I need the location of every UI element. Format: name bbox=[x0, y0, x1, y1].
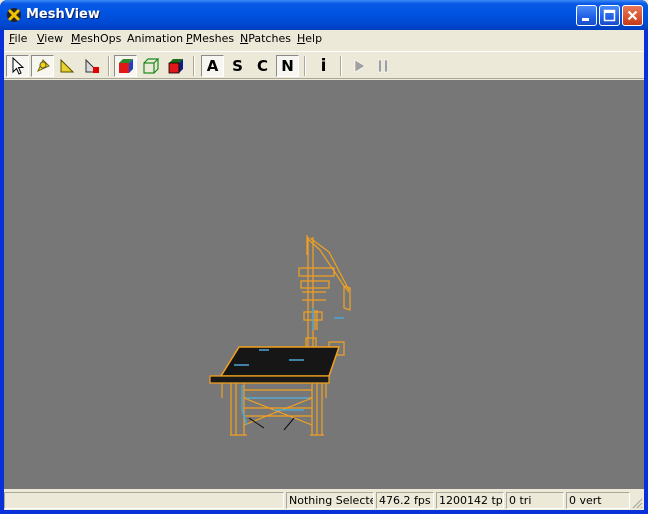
info-button[interactable]: i bbox=[312, 55, 335, 77]
minimize-button[interactable] bbox=[576, 5, 597, 26]
shaded-cube-icon bbox=[168, 59, 183, 74]
client-area: File View MeshOps Animation PMeshes NPat… bbox=[4, 30, 644, 510]
status-tps: 1200142 tps bbox=[436, 492, 504, 509]
wireframe-mode-button[interactable] bbox=[139, 55, 162, 77]
status-bar: Nothing Selected 476.2 fps 1200142 tps 0… bbox=[4, 490, 644, 510]
menu-file[interactable]: File bbox=[9, 32, 27, 45]
status-fps: 476.2 fps bbox=[376, 492, 434, 509]
toggle-s-button[interactable]: S bbox=[226, 55, 249, 77]
toggle-c-label: C bbox=[256, 57, 268, 75]
menu-view[interactable]: View bbox=[37, 32, 63, 45]
menu-npatches[interactable]: NPatches bbox=[240, 32, 291, 45]
solid-cube-icon bbox=[118, 59, 133, 73]
vertex-select-icon bbox=[36, 59, 50, 73]
arrow-cursor-icon bbox=[12, 57, 24, 75]
menu-bar: File View MeshOps Animation PMeshes NPat… bbox=[4, 30, 644, 49]
close-button[interactable] bbox=[622, 5, 643, 26]
select-face-button[interactable] bbox=[80, 55, 103, 77]
select-edge-button[interactable] bbox=[55, 55, 78, 77]
3d-viewport[interactable] bbox=[4, 80, 644, 489]
status-tri: 0 tri bbox=[506, 492, 564, 509]
toolbar-separator bbox=[108, 56, 110, 76]
solid-mode-button[interactable] bbox=[114, 55, 137, 77]
play-icon bbox=[354, 59, 366, 73]
minimize-icon bbox=[582, 18, 589, 21]
title-bar[interactable]: MeshView bbox=[0, 0, 648, 30]
app-icon bbox=[7, 8, 21, 22]
play-button[interactable] bbox=[347, 55, 370, 77]
toggle-n-button[interactable]: N bbox=[276, 55, 299, 77]
status-message-pane bbox=[4, 492, 284, 509]
maximize-button[interactable] bbox=[599, 5, 620, 26]
pause-button[interactable] bbox=[371, 55, 394, 77]
select-tool-button[interactable] bbox=[6, 55, 29, 77]
status-vert: 0 vert bbox=[566, 492, 630, 509]
pause-icon bbox=[377, 59, 388, 73]
close-icon bbox=[627, 10, 638, 21]
window-title: MeshView bbox=[26, 7, 100, 22]
toolbar-separator bbox=[193, 56, 195, 76]
wireframe-cube-icon bbox=[142, 58, 159, 74]
maximize-icon bbox=[603, 9, 616, 22]
face-select-icon bbox=[85, 58, 99, 73]
shaded-mode-button[interactable] bbox=[164, 55, 187, 77]
toolbar-separator bbox=[340, 56, 342, 76]
app-window: MeshView File View MeshOps Animation PMe… bbox=[0, 0, 648, 514]
resize-grip-icon[interactable] bbox=[631, 497, 643, 509]
menu-help[interactable]: Help bbox=[297, 32, 322, 45]
status-selection: Nothing Selected bbox=[286, 492, 374, 509]
menu-pmeshes[interactable]: PMeshes bbox=[186, 32, 234, 45]
toggle-n-label: N bbox=[281, 57, 294, 75]
mesh-render bbox=[209, 235, 351, 436]
select-vertex-button[interactable] bbox=[31, 55, 54, 77]
info-icon: i bbox=[320, 56, 327, 76]
toggle-s-label: S bbox=[232, 57, 243, 75]
menu-animation[interactable]: Animation bbox=[127, 32, 183, 45]
toggle-a-button[interactable]: A bbox=[201, 55, 224, 77]
toggle-c-button[interactable]: C bbox=[251, 55, 274, 77]
menu-meshops[interactable]: MeshOps bbox=[71, 32, 121, 45]
triangle-select-icon bbox=[60, 58, 74, 73]
toggle-a-label: A bbox=[206, 57, 219, 75]
toolbar: A S C N i bbox=[4, 51, 644, 79]
toolbar-separator bbox=[304, 56, 306, 76]
